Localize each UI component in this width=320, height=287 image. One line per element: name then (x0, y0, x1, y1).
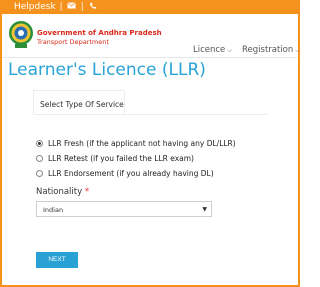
tab-select-service[interactable]: Select Type Of Service (33, 90, 125, 115)
separator-2: | (80, 2, 84, 12)
phone-icon[interactable] (88, 2, 98, 12)
required-marker: * (84, 187, 90, 197)
tab-divider (33, 114, 268, 115)
helpdesk-link[interactable]: Helpdesk (14, 0, 56, 14)
mail-icon[interactable] (67, 2, 77, 12)
option-llr-endorsement[interactable]: LLR Endorsement (if you already having D… (36, 169, 214, 178)
option-label: LLR Fresh (if the applicant not having a… (48, 139, 236, 148)
chevron-down-icon: ⌵ (295, 47, 300, 54)
dropdown-arrow-icon: ▼ (202, 206, 207, 213)
emblem-logo[interactable] (8, 20, 34, 50)
radio-button[interactable] (36, 155, 43, 162)
nav-registration-label: Registration (242, 45, 294, 55)
org-title: Government of Andhra Pradesh (37, 29, 162, 37)
nav-licence-label: Licence (193, 45, 226, 55)
option-label: LLR Endorsement (if you already having D… (48, 169, 214, 178)
nav-registration[interactable]: Registration ⌵ (242, 45, 300, 55)
nationality-label: Nationality * (36, 187, 89, 197)
nationality-label-text: Nationality (36, 187, 83, 197)
site-header: Government of Andhra Pradesh Transport D… (2, 14, 300, 58)
separator: | (59, 2, 63, 12)
nav-licence[interactable]: Licence ⌵ (193, 45, 232, 55)
nationality-select[interactable]: Indian ▼ (36, 201, 212, 217)
option-llr-fresh[interactable]: LLR Fresh (if the applicant not having a… (36, 139, 236, 148)
page-title: Learner's Licence (LLR) (8, 60, 206, 80)
option-llr-retest[interactable]: LLR Retest (if you failed the LLR exam) (36, 154, 194, 163)
nationality-value: Indian (43, 206, 64, 214)
org-subtitle: Transport Department (37, 38, 109, 46)
radio-button[interactable] (36, 140, 43, 147)
next-button[interactable]: NEXT (36, 252, 78, 268)
chevron-down-icon: ⌵ (227, 47, 232, 54)
option-label: LLR Retest (if you failed the LLR exam) (48, 154, 194, 163)
radio-button[interactable] (36, 170, 43, 177)
top-bar: Helpdesk | | (0, 0, 300, 14)
